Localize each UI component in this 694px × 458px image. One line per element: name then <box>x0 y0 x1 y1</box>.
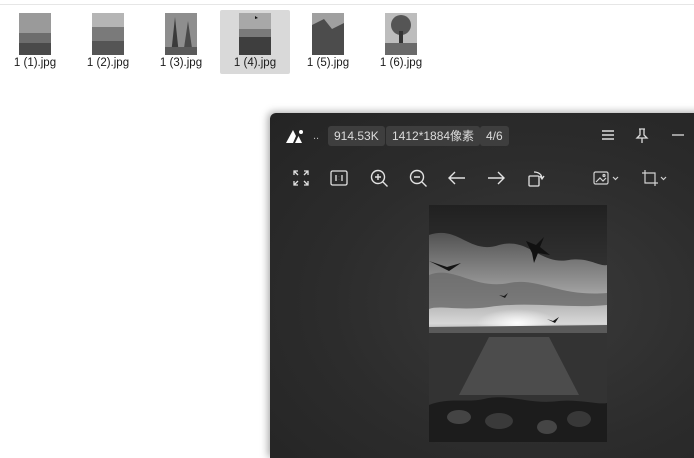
file-thumbnail <box>312 13 344 55</box>
zoom-out-icon[interactable] <box>407 167 429 189</box>
file-item-6[interactable]: 1 (6).jpg <box>366 10 436 74</box>
file-item-5[interactable]: 1 (5).jpg <box>293 10 363 74</box>
zoom-in-icon[interactable] <box>368 167 390 189</box>
menu-icon[interactable] <box>597 124 619 146</box>
minimize-icon[interactable] <box>667 124 689 146</box>
fullscreen-icon[interactable] <box>290 167 312 189</box>
file-name: 1 (2).jpg <box>86 57 130 69</box>
dimensions-badge: 1412*1884像素 <box>386 126 481 146</box>
app-logo-icon <box>285 128 307 144</box>
file-item-4[interactable]: 1 (4).jpg <box>220 10 290 74</box>
file-thumbnail <box>239 13 271 55</box>
title-ellipsis: .. <box>313 130 320 142</box>
viewer-toolbar <box>270 163 694 193</box>
image-edit-dropdown-icon[interactable] <box>592 167 622 189</box>
pin-icon[interactable] <box>631 124 653 146</box>
file-item-2[interactable]: 1 (2).jpg <box>73 10 143 74</box>
file-item-1[interactable]: 1 (1).jpg <box>0 10 70 74</box>
file-size-badge: 914.53K <box>328 126 385 146</box>
top-divider <box>0 4 694 5</box>
viewer-titlebar[interactable]: .. 914.53K 1412*1884像素 4/6 <box>270 113 694 155</box>
next-icon[interactable] <box>485 167 507 189</box>
actual-size-icon[interactable] <box>328 167 350 189</box>
file-thumbnail <box>19 13 51 55</box>
file-name: 1 (1).jpg <box>13 57 57 69</box>
file-name: 1 (4).jpg <box>233 57 277 69</box>
crop-dropdown-icon[interactable] <box>640 167 670 189</box>
rotate-icon[interactable] <box>525 167 547 189</box>
file-name: 1 (5).jpg <box>306 57 350 69</box>
file-item-3[interactable]: 1 (3).jpg <box>146 10 216 74</box>
file-thumbnail <box>92 13 124 55</box>
photo-viewer-window: .. 914.53K 1412*1884像素 4/6 <box>270 113 694 458</box>
file-thumbnail <box>165 13 197 55</box>
previous-icon[interactable] <box>446 167 468 189</box>
file-name: 1 (3).jpg <box>159 57 203 69</box>
photo-canvas[interactable] <box>429 205 607 442</box>
position-badge: 4/6 <box>480 126 509 146</box>
file-name: 1 (6).jpg <box>379 57 423 69</box>
file-thumbnail <box>385 13 417 55</box>
